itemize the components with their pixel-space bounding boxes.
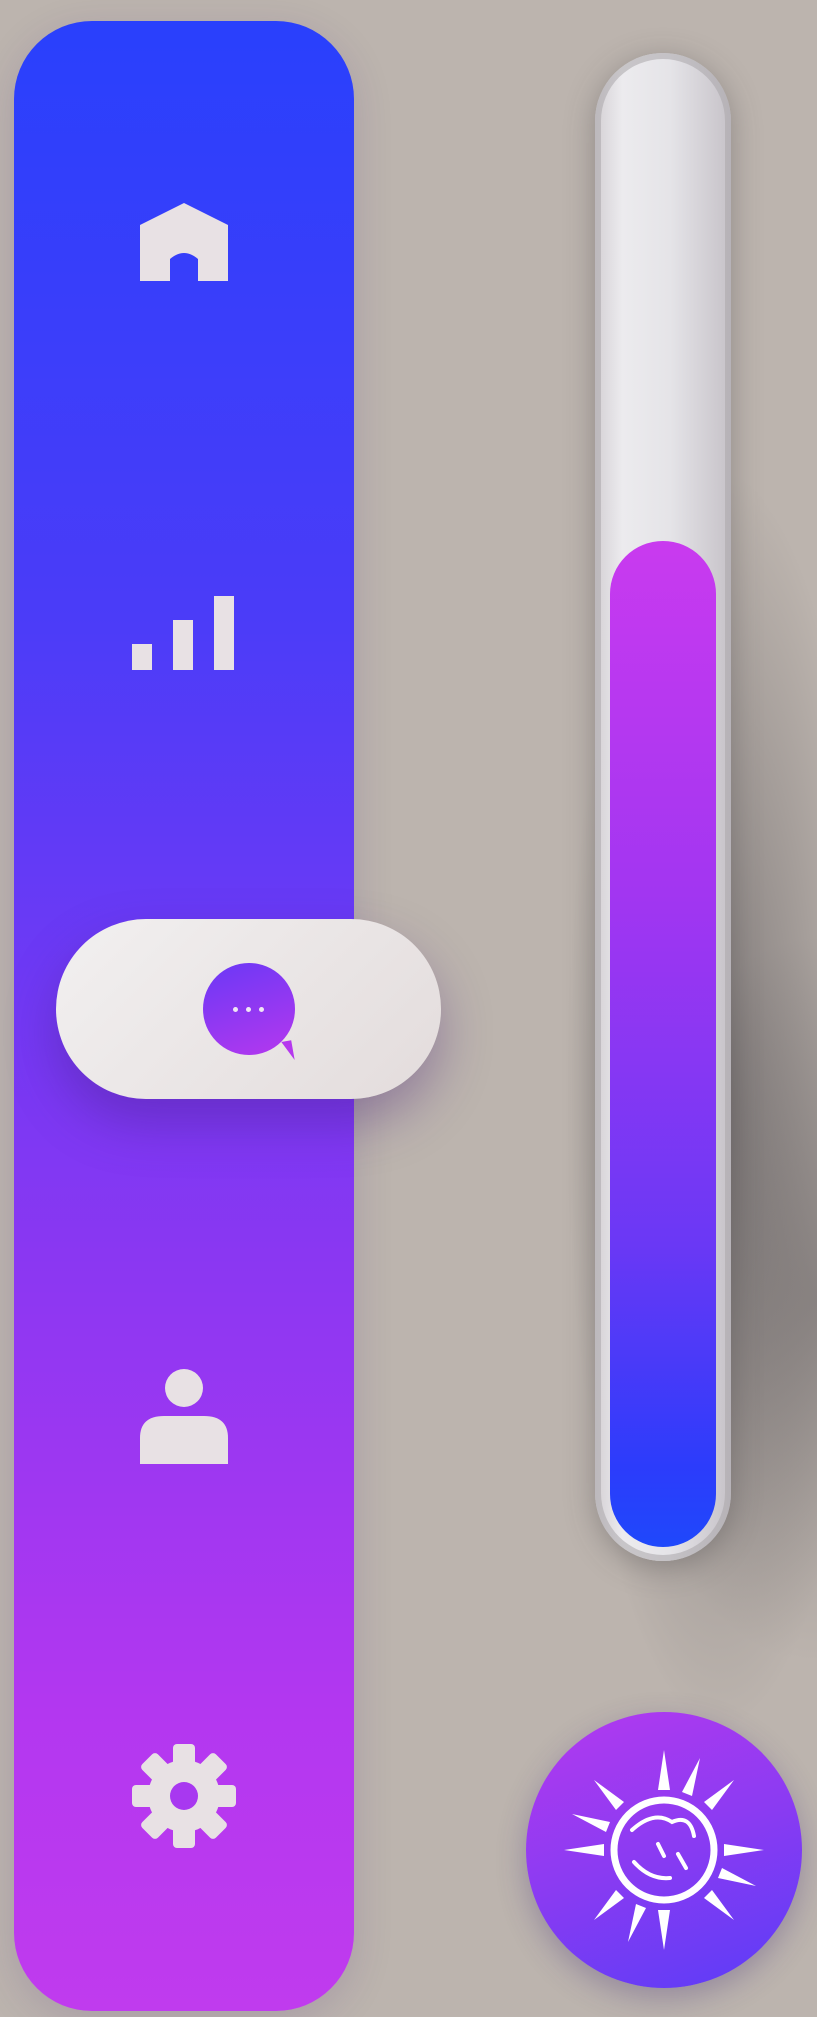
home-icon — [140, 203, 228, 281]
sidebar-item-home[interactable] — [14, 181, 354, 301]
gear-icon — [132, 1744, 236, 1848]
sidebar-item-messages[interactable] — [56, 919, 441, 1099]
chat-dot — [246, 1006, 251, 1012]
chat-dot — [233, 1006, 238, 1012]
sun-icon — [564, 1750, 764, 1950]
user-icon — [140, 1369, 228, 1464]
chat-dot — [259, 1006, 264, 1012]
sidebar-item-settings[interactable] — [14, 1736, 354, 1856]
slider-fill[interactable] — [610, 541, 716, 1547]
signal-bars-icon — [132, 596, 234, 670]
vertical-slider[interactable] — [595, 53, 731, 1561]
chat-bubble-icon — [202, 963, 295, 1055]
sidebar-item-profile[interactable] — [14, 1356, 354, 1476]
brightness-button[interactable] — [526, 1712, 802, 1988]
sidebar-item-stats[interactable] — [14, 574, 354, 694]
